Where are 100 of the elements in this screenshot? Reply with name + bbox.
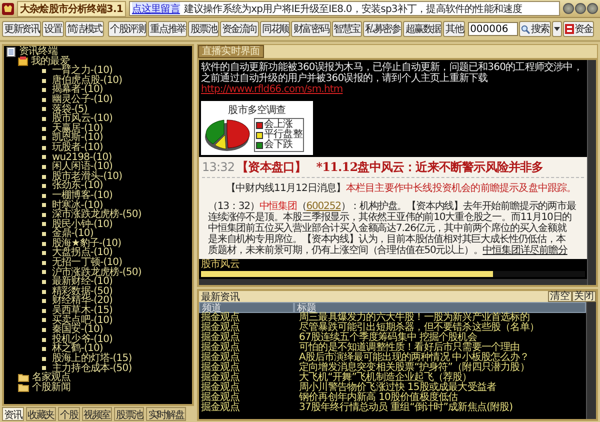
article-text: （	[296, 201, 306, 212]
toolbar-button[interactable]: 资金流向	[220, 21, 260, 37]
tree-item[interactable]: 林之鹤-(10)	[52, 344, 103, 354]
tree-item[interactable]: 唐伯虎点股-(10)	[52, 76, 122, 86]
bullet-icon	[42, 308, 46, 313]
bullet-icon	[42, 136, 46, 140]
tree-item[interactable]: 吴西草木-(15)	[52, 306, 113, 316]
bullet-icon	[42, 212, 46, 217]
link[interactable]: http://www.rfld66.com/sm.htm	[201, 84, 343, 95]
tree-item[interactable]: 玩股者-(10)	[52, 142, 103, 153]
tree-item[interactable]: 最新财经-(10)	[52, 277, 113, 287]
tree-item[interactable]: 一棚博客-(10)	[52, 190, 113, 200]
tree-item[interactable]: 无招一丁顿-(10)	[52, 258, 122, 268]
ticker-label: 股市风云	[200, 259, 240, 270]
panel-button[interactable]: 清空	[548, 291, 572, 302]
tree-item[interactable]: 名家观点	[32, 373, 70, 383]
tree-item[interactable]: 股海上的灯塔-(15)	[52, 354, 132, 364]
dropdown-button[interactable]	[552, 21, 562, 37]
toolbar-button[interactable]: 超赢数据	[403, 21, 442, 37]
toolbar-button[interactable]: 更新资讯	[2, 21, 42, 37]
table-cell-text: 掘金观点	[200, 323, 240, 333]
scrollbar[interactable]	[587, 60, 596, 285]
money-icon	[564, 24, 574, 34]
toolbar-button[interactable]: 其他	[443, 21, 466, 37]
tree-item[interactable]: 股民小钟-(10)	[52, 220, 113, 230]
table-cell[interactable]: A股后市演绎最可能出现的两种情况 中小板股怎么办？	[296, 353, 586, 363]
tab[interactable]: 个股	[58, 407, 80, 421]
toolbar-button[interactable]: 私募密参	[363, 21, 402, 37]
column-header[interactable]: 标题	[294, 302, 586, 313]
tree-item[interactable]: 落袋-(5)	[52, 104, 88, 114]
bullet-icon	[42, 299, 46, 304]
tree-item[interactable]: 天赢居-(10)	[52, 124, 103, 134]
toolbar-button[interactable]: 智慧宝	[332, 21, 362, 37]
tree-item[interactable]: 我的最爱	[31, 56, 70, 66]
close-button[interactable]	[587, 3, 598, 14]
column-header[interactable]: 频道	[199, 302, 294, 313]
stock-code-field[interactable]: 000006	[468, 22, 518, 36]
tree-item[interactable]: 主力持仓成本-(50)	[52, 364, 132, 374]
bullet-icon	[42, 184, 46, 188]
table-cell[interactable]: 大飞机“开舞”飞机制造企业起飞（荐股）	[296, 373, 586, 383]
table-cell[interactable]: 周小川警告物价飞涨过快 15股或成最大受益者	[296, 383, 586, 393]
bullet-icon	[42, 270, 46, 274]
scrollbar[interactable]	[586, 302, 596, 419]
minimize-button[interactable]	[563, 3, 574, 14]
tree-item[interactable]: 个股新闻	[32, 382, 70, 392]
scrollbar[interactable]	[199, 279, 587, 285]
tree-item[interactable]: 闲人闲语-(10)	[52, 162, 113, 172]
search-button[interactable]: 搜索	[519, 21, 551, 37]
tree-item[interactable]: 资讯终端	[19, 47, 58, 57]
headline-title: *11.12盘中风云：近来不断警示风险并非多	[316, 159, 544, 176]
tree-item[interactable]: 精彩数据-(50)	[52, 286, 113, 296]
tree-item[interactable]: 深市涨跌龙虎榜-(50)	[52, 210, 142, 220]
tree-item[interactable]: 股市风云-(10)	[52, 114, 113, 124]
tree-item[interactable]: 揭幕者-(10)	[52, 85, 103, 95]
tree-item[interactable]: 张劲东-(10)	[52, 181, 103, 191]
tab[interactable]: 收藏夹	[26, 407, 56, 421]
tree-item[interactable]: 金鼎-(10)	[52, 229, 94, 239]
tree-item[interactable]: 一臂之力-(10)	[52, 66, 113, 76]
toolbar-button[interactable]: 重点推举	[148, 21, 188, 37]
tree-item[interactable]: 时寒冰-(10)	[52, 200, 103, 210]
toolbar-button[interactable]: 股票池	[188, 21, 219, 37]
table-cell[interactable]: 37股年终行情总动员 重组“倒计时”成新焦点(附股)	[296, 403, 586, 413]
message-link[interactable]: 点这里留言	[132, 2, 180, 15]
toolbar-button[interactable]: 同花顺	[260, 21, 290, 37]
bullet-icon	[42, 280, 46, 284]
toolbar-button[interactable]: 个股评测	[108, 21, 148, 37]
tree-item[interactable]: 买卖点吧-(10)	[52, 316, 113, 326]
table-cell-text: 掘金观点	[200, 333, 240, 343]
table-cell[interactable]: 定向增发消息突变相关股票“护身符”（附四只潜力股）	[296, 363, 586, 373]
tree-item[interactable]: 凯恩斯-(10)	[52, 133, 103, 143]
tab[interactable]: 资讯	[2, 407, 24, 421]
tree-item[interactable]: 沪市涨跌龙虎榜-(50)	[52, 268, 142, 278]
table-cell-text: 掘金观点	[200, 403, 240, 413]
intro-text: 本栏目主要作中长线投资机会的前瞻提示及盘中跟踪。	[346, 183, 576, 194]
table-cell[interactable]: 周三最具爆发力的六大牛股！一股为新兴产业首选标的	[296, 313, 586, 323]
tree-item[interactable]: 幽灵公子-(10)	[52, 94, 113, 105]
toolbar-button[interactable]: 设置	[42, 21, 64, 37]
table-cell[interactable]: 67股连续五个季度筹码集中 挖掘个股机会	[296, 333, 586, 343]
stock-code-link[interactable]: 600252	[306, 201, 341, 212]
tree-item[interactable]: 秦国安-(10)	[52, 325, 103, 335]
table-cell[interactable]: 尽管暴跌可能引出短期杀器，但不要错杀这些股（名单）	[296, 323, 586, 333]
table-cell[interactable]: 钢价再创年内新高 10股价值极度低估	[296, 393, 586, 403]
bullet-icon	[42, 88, 46, 92]
tab[interactable]: 视频室	[82, 407, 112, 421]
tree-item[interactable]: 股市老滑头-(10)	[52, 172, 122, 182]
tree-item[interactable]: 投机少爷-(10)	[52, 334, 113, 344]
table-cell[interactable]: 可怕的是不知道调整性质！看好后市只需要一个理由	[296, 343, 586, 353]
panel-button[interactable]: 关闭	[572, 291, 596, 302]
tab[interactable]: 实时解盘	[146, 407, 186, 421]
tab[interactable]: 股票池	[114, 407, 144, 421]
link[interactable]: 中恒集团详尽前瞻分	[482, 245, 568, 256]
toolbar-button[interactable]: 财富密码	[291, 21, 331, 37]
fund-button[interactable]: 资金	[562, 21, 594, 37]
maximize-button[interactable]	[575, 3, 586, 14]
bullet-icon	[42, 98, 46, 102]
headline-time: 13:32	[202, 160, 235, 174]
tree-item[interactable]: wu2198-(10)	[52, 152, 112, 162]
bullet-icon	[42, 107, 46, 112]
message-text: 建议操作系统为xp用户将IE升级至IE8.0，安装sp3补丁，提高软件的性能和速度	[184, 2, 522, 15]
toolbar-button[interactable]: 简洁模式	[64, 21, 104, 37]
